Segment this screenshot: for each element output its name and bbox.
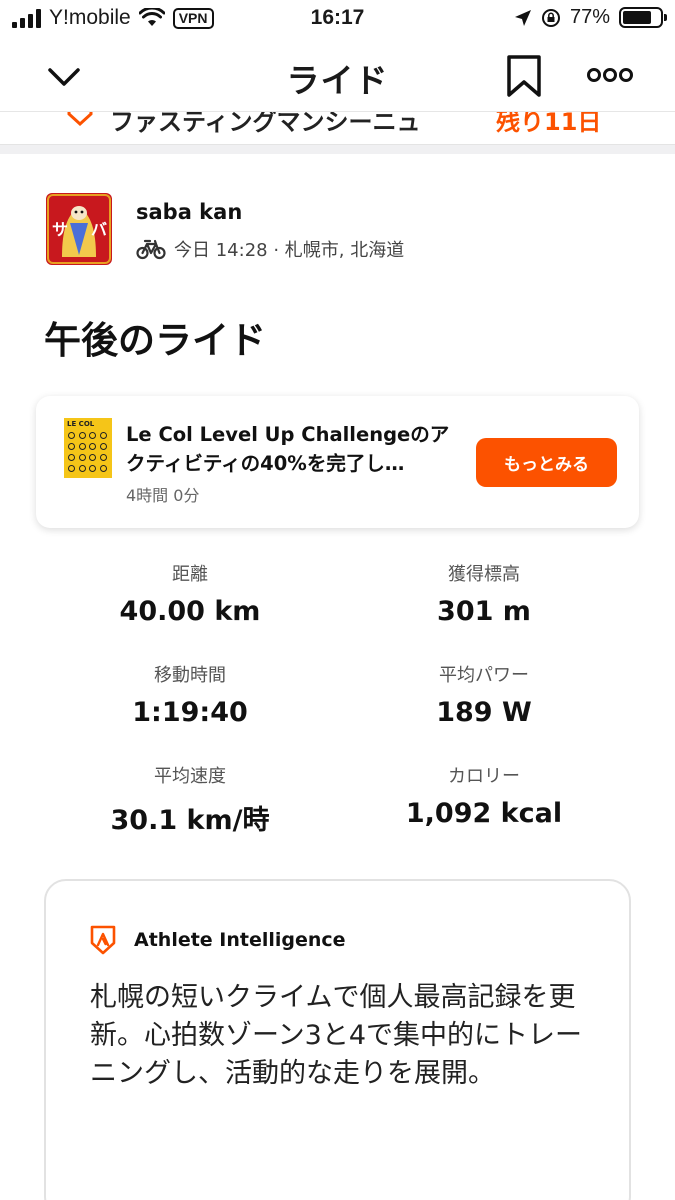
stat-label: 移動時間 (154, 665, 226, 686)
battery-percent: 77% (569, 6, 610, 28)
see-more-button[interactable]: もっとみる (476, 438, 617, 487)
athlete-name[interactable]: saba kan (136, 200, 242, 224)
stat-label: 平均速度 (154, 766, 226, 787)
avatar-text-right: バ (91, 220, 107, 239)
nav-bar: ライド (0, 40, 675, 112)
avatar[interactable]: サ バ (46, 193, 112, 265)
challenge-duration: 4時間 0分 (126, 486, 200, 505)
stat-value: 189 W (436, 697, 532, 728)
location-arrow-icon (514, 9, 531, 26)
stat-average-speed: 平均速度 30.1 km/時 (40, 762, 340, 837)
athlete-intelligence-card[interactable]: Athlete Intelligence 札幌の短いクライムで個人最高記録を更新… (44, 879, 631, 1200)
bookmark-icon[interactable] (504, 54, 544, 98)
battery-icon (619, 7, 667, 28)
page-title: ライド (286, 61, 389, 100)
bike-icon (136, 239, 166, 260)
stat-value: 1,092 kcal (405, 798, 563, 829)
challenge-card[interactable]: LE COL Le Col Level Up Challengeのアクティビティ… (36, 396, 639, 528)
stat-label: カロリー (448, 766, 520, 787)
stat-moving-time: 移動時間 1:19:40 (40, 661, 340, 728)
stat-value: 1:19:40 (132, 697, 248, 728)
challenge-badge: LE COL (64, 418, 112, 478)
peek-text: ファスティングマンシーニュ (110, 112, 421, 136)
stat-elevation-gain: 獲得標高 301 m (334, 560, 634, 627)
avatar-text-left: サ (52, 220, 68, 239)
activity-title: 午後のライド (44, 319, 266, 362)
previous-content-peek: ファスティングマンシーニュ 残り11日 (0, 112, 675, 138)
challenge-icon (67, 112, 93, 126)
athlete-intelligence-summary: 札幌の短いクライムで個人最高記録を更新。心拍数ゾーン3と4で集中的にトレーニング… (90, 982, 583, 1089)
stat-distance: 距離 40.00 km (40, 560, 340, 627)
more-icon[interactable] (586, 60, 634, 90)
section-divider (0, 144, 675, 154)
stat-value: 30.1 km/時 (110, 805, 270, 836)
status-bar: Y!mobile VPN 16:17 77% (0, 0, 675, 40)
athlete-intelligence-title: Athlete Intelligence (134, 929, 346, 951)
stat-label: 獲得標高 (448, 564, 520, 585)
stat-label: 平均パワー (439, 665, 529, 686)
peek-right-text: 残り11日 (496, 112, 602, 136)
activity-meta: 今日 14:28 · 札幌市, 北海道 (136, 236, 404, 262)
stat-average-power: 平均パワー 189 W (334, 661, 634, 728)
stat-calories: カロリー 1,092 kcal (334, 762, 634, 829)
rotation-lock-icon (541, 8, 560, 27)
stat-value: 301 m (437, 596, 531, 627)
challenge-badge-label: LE COL (67, 420, 95, 428)
activity-meta-text: 今日 14:28 · 札幌市, 北海道 (174, 240, 405, 261)
status-right: 77% (514, 6, 667, 29)
stat-value: 40.00 km (119, 596, 261, 627)
athlete-intelligence-icon (90, 925, 116, 955)
stat-label: 距離 (172, 564, 208, 585)
challenge-title: Le Col Level Up Challengeのアクティビティの40%を完了… (126, 423, 450, 475)
